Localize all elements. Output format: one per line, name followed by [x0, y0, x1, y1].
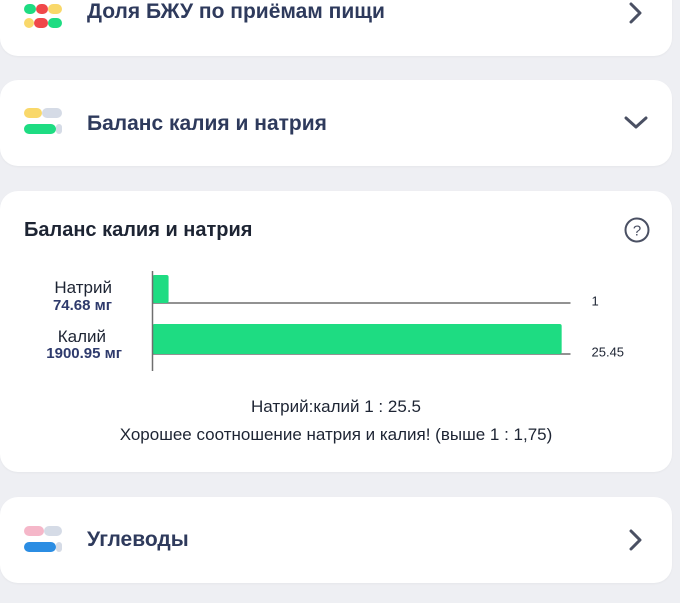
potassium-sodium-chart: 125.45 [151, 271, 625, 371]
svg-text:?: ? [633, 223, 641, 240]
chart-data-label: 25.45 [592, 345, 625, 360]
carbs-card[interactable]: Углеводы [0, 497, 672, 583]
sodium-label: Натрий [54, 278, 112, 297]
chevron-right-icon[interactable] [622, 0, 650, 27]
carbs-color-bars-icon [24, 526, 64, 556]
ratio-text: Натрий:калий 1 : 25.5 [251, 397, 421, 416]
carbs-title: Углеводы [87, 528, 189, 551]
detail-title: Баланс калия и натрия [24, 219, 253, 241]
potassium-sodium-title: Баланс калия и натрия [87, 112, 327, 135]
macros-by-meal-title: Доля БЖУ по приёмам пищи [87, 0, 385, 23]
sodium-amount: 74.68 мг [52, 297, 112, 314]
chart-data-label: 1 [592, 294, 599, 309]
potassium-sodium-detail-card: Баланс калия и натрия ? Натрий 74.68 мг … [0, 191, 672, 472]
chart-bar [152, 324, 562, 354]
chevron-right-icon[interactable] [622, 526, 650, 554]
verdict-text: Хорошее соотношение натрия и калия! (выш… [119, 425, 553, 444]
potassium-amount: 1900.95 мг [46, 345, 122, 362]
help-icon[interactable]: ? [624, 217, 650, 243]
chevron-down-icon[interactable] [622, 109, 650, 137]
potassium-sodium-card[interactable]: Баланс калия и натрия [0, 80, 672, 166]
potassium-sodium-color-bars-icon [24, 108, 64, 138]
macros-by-meal-card[interactable]: Доля БЖУ по приёмам пищи [0, 0, 672, 56]
chart-bar [152, 275, 169, 303]
potassium-label: Калий [57, 327, 106, 346]
macros-color-bars-icon [24, 4, 64, 34]
